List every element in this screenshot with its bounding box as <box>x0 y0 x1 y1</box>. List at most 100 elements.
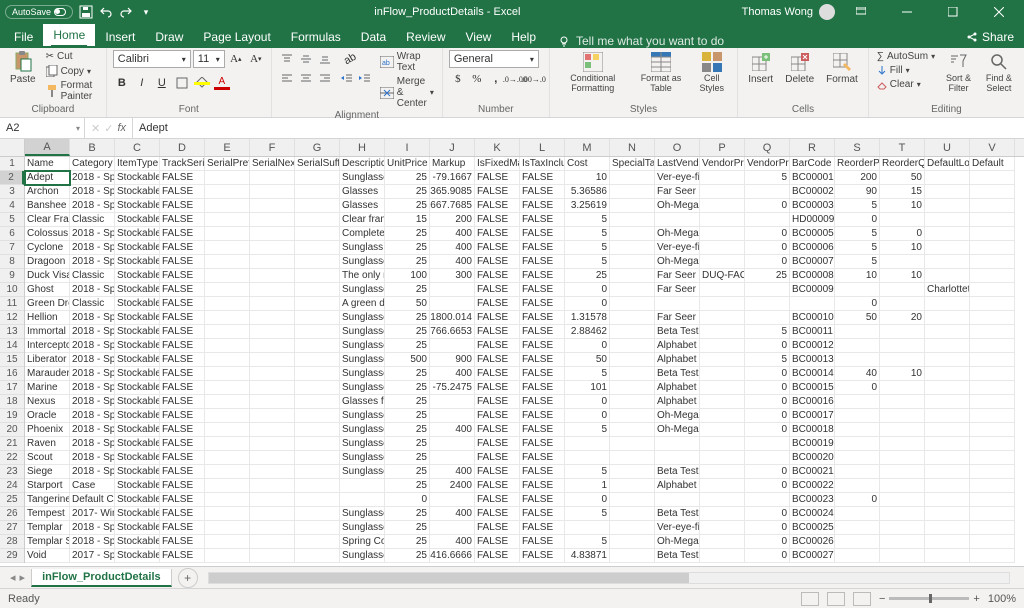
data-cell[interactable]: Stockable <box>115 269 160 283</box>
cells-grid[interactable]: NameCategoryItemTypeTrackSeriaSerialPref… <box>25 157 1024 563</box>
data-cell[interactable] <box>250 381 295 395</box>
data-cell[interactable]: FALSE <box>520 213 565 227</box>
data-cell[interactable] <box>925 535 970 549</box>
data-cell[interactable]: 25 <box>385 199 430 213</box>
row-header[interactable]: 12 <box>0 311 24 325</box>
data-cell[interactable]: 400 <box>430 241 475 255</box>
data-cell[interactable] <box>250 549 295 563</box>
orientation-icon[interactable]: ab <box>338 50 362 68</box>
copy-button[interactable]: Copy ▾ <box>44 64 100 78</box>
data-cell[interactable] <box>925 521 970 535</box>
data-cell[interactable] <box>205 269 250 283</box>
data-cell[interactable]: 2017 - Spri <box>70 549 115 563</box>
data-cell[interactable]: Raven <box>25 437 70 451</box>
data-cell[interactable]: Sunglasse <box>340 325 385 339</box>
header-cell[interactable]: Markup <box>430 157 475 171</box>
number-format-combo[interactable]: General▾ <box>449 50 539 68</box>
data-cell[interactable]: 2018 - Spri <box>70 451 115 465</box>
ribbon-display-options-icon[interactable] <box>841 0 881 24</box>
data-cell[interactable]: 25 <box>385 437 430 451</box>
column-header[interactable]: D <box>160 139 205 156</box>
data-cell[interactable]: FALSE <box>520 535 565 549</box>
data-cell[interactable] <box>205 395 250 409</box>
data-cell[interactable] <box>880 465 925 479</box>
header-cell[interactable]: VendorPri <box>700 157 745 171</box>
data-cell[interactable]: Charlottetown <box>925 283 970 297</box>
data-cell[interactable] <box>880 521 925 535</box>
data-cell[interactable]: FALSE <box>160 241 205 255</box>
data-cell[interactable]: 0 <box>745 241 790 255</box>
data-cell[interactable]: 0 <box>745 479 790 493</box>
data-cell[interactable]: Liberator <box>25 353 70 367</box>
data-cell[interactable] <box>700 199 745 213</box>
column-header[interactable]: V <box>970 139 1015 156</box>
data-cell[interactable]: Far Seer <box>655 311 700 325</box>
data-cell[interactable]: Stockable <box>115 395 160 409</box>
data-cell[interactable]: BC00002 <box>790 185 835 199</box>
data-cell[interactable] <box>295 437 340 451</box>
header-cell[interactable]: UnitPrice <box>385 157 430 171</box>
data-cell[interactable]: 400 <box>430 465 475 479</box>
data-cell[interactable]: Marauder <box>25 367 70 381</box>
data-cell[interactable]: Intercepto <box>25 339 70 353</box>
data-cell[interactable] <box>835 353 880 367</box>
zoom-in-icon[interactable]: + <box>973 593 979 605</box>
data-cell[interactable] <box>880 479 925 493</box>
data-cell[interactable] <box>880 451 925 465</box>
data-cell[interactable]: Sunglasse <box>340 507 385 521</box>
data-cell[interactable]: Beta Testing <box>655 367 700 381</box>
tab-page-layout[interactable]: Page Layout <box>193 26 280 48</box>
data-cell[interactable]: BC00013 <box>790 353 835 367</box>
data-cell[interactable]: BC00017 <box>790 409 835 423</box>
data-cell[interactable] <box>205 479 250 493</box>
data-cell[interactable] <box>295 493 340 507</box>
header-cell[interactable]: Category <box>70 157 115 171</box>
data-cell[interactable]: 2018 - Spri <box>70 353 115 367</box>
data-cell[interactable]: Oh-Mega Frames <box>655 227 700 241</box>
font-color-button[interactable]: A <box>213 74 231 92</box>
row-header[interactable]: 4 <box>0 199 24 213</box>
data-cell[interactable] <box>655 493 700 507</box>
data-cell[interactable]: 2018 - Spri <box>70 185 115 199</box>
data-cell[interactable]: 2018 - Spri <box>70 381 115 395</box>
data-cell[interactable]: 0 <box>565 409 610 423</box>
data-cell[interactable]: 2018 - Spri <box>70 423 115 437</box>
row-header[interactable]: 11 <box>0 297 24 311</box>
data-cell[interactable]: Stockable <box>115 409 160 423</box>
tab-review[interactable]: Review <box>396 26 455 48</box>
data-cell[interactable]: 0 <box>745 409 790 423</box>
row-header[interactable]: 18 <box>0 395 24 409</box>
data-cell[interactable]: Sunglass <box>340 241 385 255</box>
data-cell[interactable] <box>295 353 340 367</box>
data-cell[interactable]: 2018 - Spri <box>70 241 115 255</box>
data-cell[interactable]: BC00026 <box>790 535 835 549</box>
data-cell[interactable]: 25 <box>385 451 430 465</box>
data-cell[interactable]: Far Seer <box>655 185 700 199</box>
data-cell[interactable]: 0 <box>565 283 610 297</box>
data-cell[interactable]: BC00012 <box>790 339 835 353</box>
data-cell[interactable] <box>205 311 250 325</box>
data-cell[interactable] <box>700 437 745 451</box>
data-cell[interactable]: FALSE <box>475 535 520 549</box>
data-cell[interactable] <box>250 423 295 437</box>
data-cell[interactable] <box>700 465 745 479</box>
data-cell[interactable]: 2400 <box>430 479 475 493</box>
data-cell[interactable] <box>700 241 745 255</box>
data-cell[interactable] <box>970 171 1015 185</box>
data-cell[interactable] <box>565 451 610 465</box>
data-cell[interactable]: 5 <box>835 227 880 241</box>
data-cell[interactable] <box>250 535 295 549</box>
format-painter-button[interactable]: Format Painter <box>44 79 100 103</box>
data-cell[interactable]: 2018 - Spri <box>70 227 115 241</box>
data-cell[interactable]: Alphabet Optics <box>655 339 700 353</box>
data-cell[interactable]: Stockable <box>115 185 160 199</box>
column-header[interactable]: O <box>655 139 700 156</box>
data-cell[interactable]: Stockable <box>115 549 160 563</box>
data-cell[interactable]: BC00014 <box>790 367 835 381</box>
data-cell[interactable]: FALSE <box>160 423 205 437</box>
data-cell[interactable]: Stockable <box>115 171 160 185</box>
data-cell[interactable]: Green Dre <box>25 297 70 311</box>
column-header[interactable]: Q <box>745 139 790 156</box>
data-cell[interactable]: FALSE <box>475 227 520 241</box>
data-cell[interactable]: Sunglasse <box>340 451 385 465</box>
